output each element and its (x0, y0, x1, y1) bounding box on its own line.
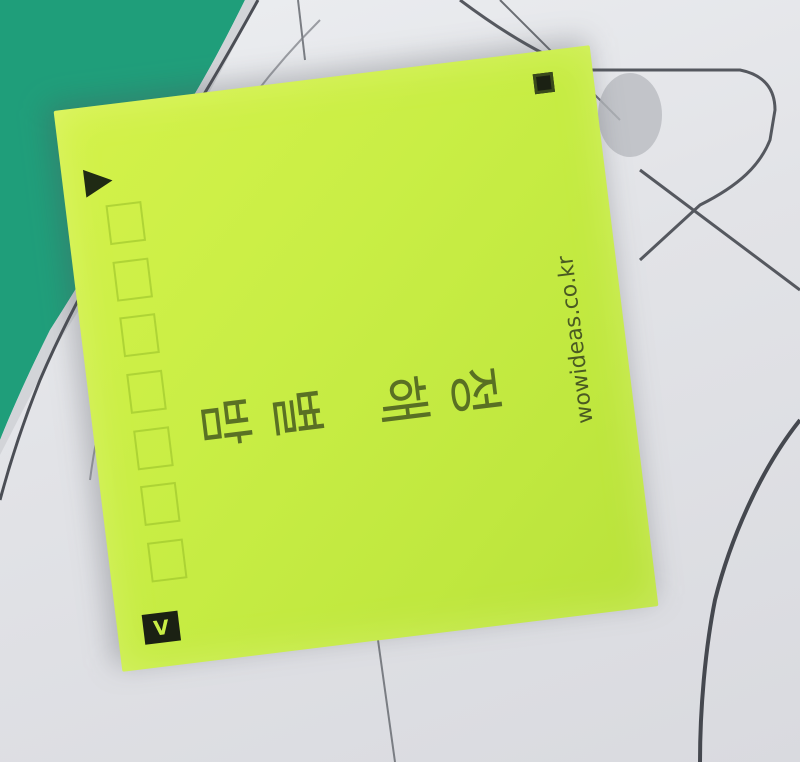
checkbox-outline (139, 482, 181, 527)
handwritten-text-content: 정해 별밤 (177, 352, 506, 455)
checkbox-outline (119, 313, 160, 358)
arc-line-right (698, 418, 800, 762)
checkbox-outline (112, 257, 153, 302)
diagonal-line-right (639, 168, 800, 292)
checkbox-outline (105, 201, 147, 246)
photo-scene: V 정해 별밤 wowideas.co.kr (0, 0, 800, 762)
square-dot-icon (532, 71, 555, 95)
magnet-shadow (598, 73, 662, 157)
sticky-note: V 정해 별밤 wowideas.co.kr (53, 45, 659, 672)
vertical-line-top (297, 0, 306, 61)
v-badge-icon: V (141, 610, 182, 645)
handwritten-text: 정해 별밤 (177, 271, 505, 535)
checkbox-outline (133, 425, 174, 471)
play-triangle-icon (82, 166, 115, 198)
brand-text: wowideas.co.kr (552, 253, 598, 425)
vertical-line-bottom (377, 639, 396, 762)
checkbox-outline (146, 538, 188, 583)
brand-label: wowideas.co.kr (541, 218, 610, 461)
checkbox-outline (126, 369, 167, 414)
